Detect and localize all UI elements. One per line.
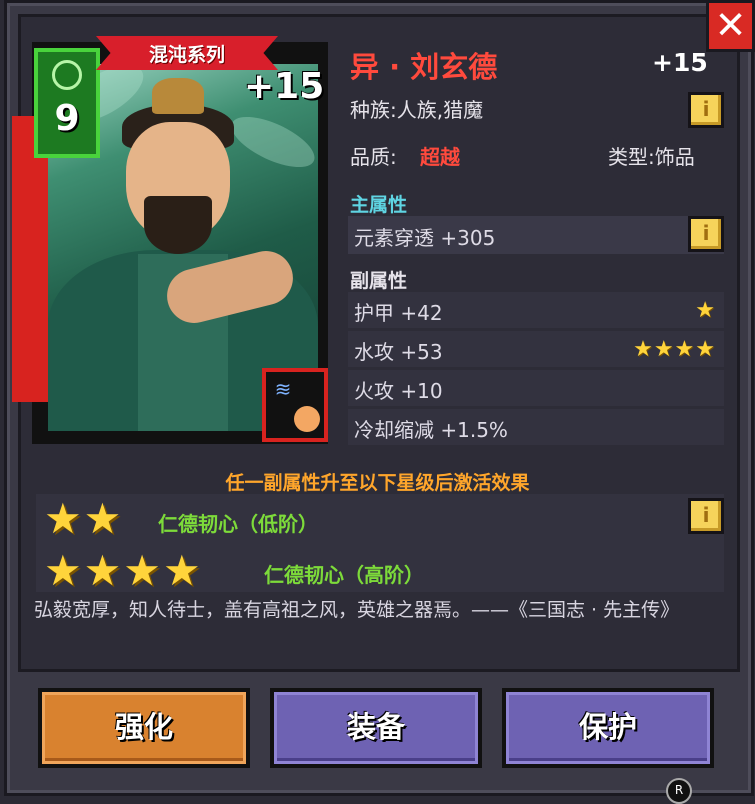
type-text: 类型:饰品 [608, 145, 695, 169]
card-level: +15 [244, 66, 325, 107]
enhance-button[interactable]: 强化 [38, 688, 250, 768]
sub-attr-text: 水攻 +53 [354, 340, 443, 364]
race-text: 种族:人族,猎魔 [350, 98, 484, 122]
sub-attr-text: 护甲 +42 [354, 301, 443, 325]
sub-attr-row: 护甲 +42 ★ [348, 292, 724, 328]
main-attr-label: 主属性 [350, 194, 408, 216]
sub-attr-row: 火攻 +10 [348, 370, 724, 406]
main-attr-info-icon[interactable]: i [688, 216, 724, 252]
race-info-icon[interactable]: i [688, 92, 724, 128]
r-badge: R [666, 778, 692, 804]
beard [144, 196, 212, 254]
hair-crown [152, 78, 204, 114]
element-badge: ≋ [262, 368, 328, 442]
item-name: 异 · 刘玄德 [350, 50, 498, 84]
series-ribbon: 混沌系列 [96, 36, 278, 70]
series-label: 混沌系列 [148, 44, 225, 66]
star-icon: ★★★★ [44, 546, 203, 595]
equip-button[interactable]: 装备 [270, 688, 482, 768]
star-icon: ★★ [44, 494, 124, 543]
face-icon [294, 406, 320, 432]
close-button[interactable]: ✕ [706, 0, 755, 52]
power-icon [52, 60, 82, 90]
set-bonus-high: 仁德韧心（高阶） [264, 563, 424, 587]
cost-badge: 9 [34, 48, 100, 158]
wave-icon: ≋ [274, 377, 292, 401]
star-icon: ★★★★ [633, 337, 716, 362]
sub-attr-text: 冷却缩减 +1.5% [354, 418, 508, 442]
set-bonus-low: 仁德韧心（低阶） [158, 512, 318, 536]
sub-attr-text: 火攻 +10 [354, 379, 443, 403]
quality-value: 超越 [420, 145, 460, 169]
protect-button[interactable]: 保护 [502, 688, 714, 768]
leaf-decoration [224, 106, 318, 178]
sub-attr-row: 水攻 +53 ★★★★ [348, 331, 724, 367]
star-icon: ★ [695, 298, 716, 323]
item-level: +15 [652, 48, 708, 77]
main-attr-row: 元素穿透 +305 [348, 216, 724, 254]
lore-text: 弘毅宽厚，知人待士，盖有高祖之风，英雄之器焉。——《三国志 · 先主传》 [34, 599, 680, 621]
main-attr-value: 元素穿透 +305 [354, 226, 496, 250]
set-bonus-info-icon[interactable]: i [688, 498, 724, 534]
sub-attr-row: 冷却缩减 +1.5% [348, 409, 724, 445]
sub-attr-label: 副属性 [350, 270, 408, 292]
quality-label: 品质: [350, 145, 397, 169]
cost-value: 9 [54, 98, 80, 139]
set-bonus-title: 任一副属性升至以下星级后激活效果 [225, 472, 530, 494]
